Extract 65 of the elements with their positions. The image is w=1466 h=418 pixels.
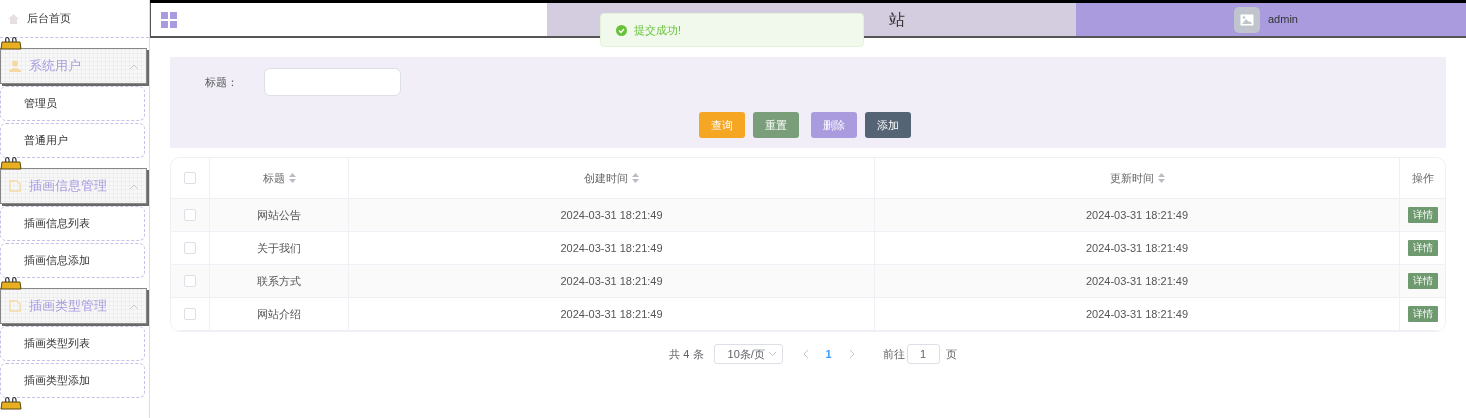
submenu-item[interactable]: 插画信息列表	[0, 206, 145, 241]
goto-page-input[interactable]: 1	[906, 344, 940, 364]
page-number[interactable]: 1	[817, 345, 840, 363]
details-button[interactable]: 详情	[1407, 240, 1438, 256]
success-toast: 提交成功!	[600, 13, 864, 47]
details-button[interactable]: 详情	[1407, 306, 1438, 322]
submenu-item[interactable]: 插画信息添加	[0, 243, 145, 278]
table-cell-text: 关于我们	[257, 240, 301, 256]
field-label: 标题：	[205, 74, 239, 90]
binder-clip-icon	[0, 156, 22, 170]
check-circle-icon	[616, 24, 627, 36]
table-cell-text: 2024-03-31 18:21:49	[560, 207, 663, 223]
binder-clip-icon	[0, 396, 22, 410]
chevron-up-icon	[130, 183, 138, 189]
binder-clip-icon	[0, 276, 22, 290]
chevron-up-icon	[130, 303, 138, 309]
chevron-up-icon	[130, 63, 138, 69]
avatar-icon[interactable]	[1234, 6, 1260, 33]
select-all-checkbox[interactable]	[184, 172, 196, 184]
submenu-item[interactable]: 插画类型添加	[0, 363, 145, 398]
document-icon	[9, 180, 21, 192]
table-cell-text: 2024-03-31 18:21:49	[1085, 273, 1189, 289]
sort-icon[interactable]	[1157, 173, 1165, 183]
total-count: 共 4 条	[669, 346, 704, 362]
table-cell-text: 联系方式	[257, 273, 301, 289]
row-checkbox[interactable]	[184, 275, 196, 287]
column-header: 标题	[262, 170, 285, 186]
submenu-item[interactable]: 管理员	[0, 86, 145, 121]
chevron-down-icon	[768, 352, 776, 356]
sort-icon[interactable]	[288, 173, 296, 183]
home-menu-item[interactable]: 后台首页	[0, 0, 149, 38]
user-icon	[9, 60, 21, 72]
column-header: 更新时间	[1109, 170, 1154, 186]
table-cell-text: 2024-03-31 18:21:49	[1085, 207, 1189, 223]
goto-suffix: 页	[945, 346, 957, 362]
column-header: 操作	[1411, 170, 1434, 186]
title-input[interactable]	[264, 68, 401, 96]
goto-label: 前往	[882, 346, 905, 362]
table-cell-text: 2024-03-31 18:21:49	[1085, 306, 1189, 322]
username[interactable]: admin	[1268, 11, 1298, 28]
table-cell-text: 网站公告	[257, 207, 301, 223]
table-cell-text: 2024-03-31 18:21:49	[1085, 240, 1189, 256]
document-icon	[9, 300, 21, 312]
table-cell-text: 2024-03-31 18:21:49	[560, 273, 663, 289]
site-title: 站	[889, 9, 905, 30]
row-checkbox[interactable]	[184, 308, 196, 320]
previous-page-icon[interactable]	[802, 350, 808, 358]
table-cell-text: 2024-03-31 18:21:49	[560, 306, 663, 322]
details-button[interactable]: 详情	[1407, 207, 1438, 223]
home-icon	[8, 13, 19, 24]
table-cell-text: 网站介绍	[257, 306, 301, 322]
page-size-select[interactable]: 10条/页	[713, 344, 783, 364]
submenu-item[interactable]: 普通用户	[0, 123, 145, 158]
sort-icon[interactable]	[632, 173, 639, 183]
details-button[interactable]: 详情	[1407, 273, 1438, 289]
column-header: 创建时间	[584, 170, 628, 186]
action-button[interactable]: 重置	[753, 112, 799, 138]
binder-clip-icon	[0, 36, 22, 50]
row-checkbox[interactable]	[184, 209, 196, 221]
row-checkbox[interactable]	[184, 242, 196, 254]
next-page-icon[interactable]	[849, 350, 855, 358]
submenu-item[interactable]: 插画类型列表	[0, 326, 145, 361]
table-cell-text: 2024-03-31 18:21:49	[560, 240, 663, 256]
grid-menu-icon[interactable]	[161, 11, 177, 28]
action-button[interactable]: 添加	[865, 112, 911, 138]
